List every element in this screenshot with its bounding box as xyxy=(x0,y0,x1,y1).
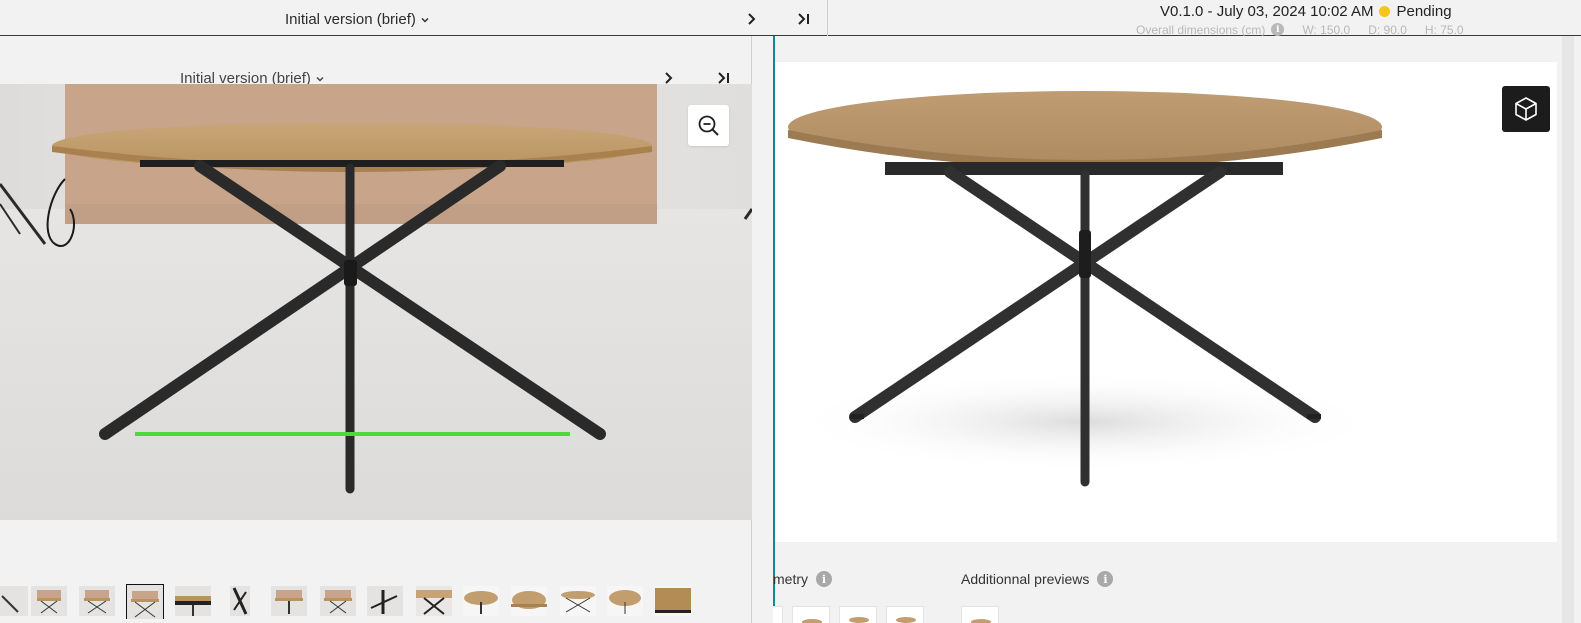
zoom-out-button[interactable] xyxy=(688,105,729,146)
skip-to-last-icon[interactable] xyxy=(796,10,812,28)
photo-thumbnail[interactable] xyxy=(31,586,67,616)
version-dropdown-label: Initial version (brief) xyxy=(285,11,416,28)
photo-thumbnail[interactable] xyxy=(0,586,28,616)
reference-photo[interactable] xyxy=(0,84,752,520)
previews-label-text: Additionnal previews xyxy=(961,571,1090,587)
header-divider xyxy=(827,0,828,36)
scrollbar-thumb[interactable] xyxy=(1562,36,1574,623)
photo-thumbnail[interactable] xyxy=(320,586,356,616)
geometry-section-label: metry i xyxy=(773,571,832,587)
version-info-text: V0.1.0 - July 03, 2024 10:02 AM xyxy=(1160,3,1374,20)
view-3d-button[interactable] xyxy=(1502,86,1550,132)
chevron-down-icon xyxy=(421,17,429,23)
additional-previews-label: Additionnal previews i xyxy=(961,571,1114,587)
version-dropdown[interactable]: Initial version (brief) xyxy=(285,11,430,28)
overall-dimensions: Overall dimensions (cm) i W: 150.0 D: 90… xyxy=(1136,23,1464,36)
top-header: Initial version (brief) V0.1.0 - July 03… xyxy=(0,0,1581,36)
photo-thumbnail[interactable] xyxy=(228,586,264,616)
photo-thumbnail[interactable] xyxy=(271,586,307,616)
chevron-down-icon xyxy=(316,76,324,82)
photo-thumbnail[interactable] xyxy=(655,586,691,616)
photo-thumbnail[interactable] xyxy=(463,586,499,616)
preview-thumbnail[interactable] xyxy=(961,606,999,623)
status-text: Pending xyxy=(1396,3,1452,20)
dimension-height: H: 75.0 xyxy=(1424,23,1464,36)
status-dot-icon xyxy=(1379,6,1391,17)
dimensions-label: Overall dimensions (cm) xyxy=(1136,23,1266,36)
photo-thumbnail-selected[interactable] xyxy=(126,584,164,619)
info-icon[interactable]: i xyxy=(1271,23,1285,36)
photo-thumbnail-strip xyxy=(0,579,752,619)
geometry-thumbnail[interactable] xyxy=(839,606,877,623)
zoom-out-icon xyxy=(698,115,719,136)
table-render-image xyxy=(775,62,1559,542)
render-preview-panel: metry i Additionnal previews i xyxy=(773,36,1559,623)
geometry-thumbnail[interactable] xyxy=(792,606,830,623)
info-icon[interactable]: i xyxy=(816,571,832,587)
geometry-thumbnail[interactable] xyxy=(886,606,924,623)
photo-thumbnail[interactable] xyxy=(79,586,115,616)
photo-thumbnail[interactable] xyxy=(560,586,596,616)
cube-3d-icon xyxy=(1515,97,1537,121)
photo-thumbnail[interactable] xyxy=(511,586,547,616)
photo-thumbnail[interactable] xyxy=(367,586,403,616)
render-preview[interactable] xyxy=(775,62,1559,542)
dimension-width: W: 150.0 xyxy=(1302,23,1351,36)
info-icon[interactable]: i xyxy=(1097,571,1114,587)
photo-thumbnail[interactable] xyxy=(175,586,211,616)
chevron-right-icon[interactable] xyxy=(745,10,759,28)
geometry-label-text: metry xyxy=(773,571,808,587)
reference-photo-panel: Initial version (brief) xyxy=(0,36,752,623)
photo-thumbnail[interactable] xyxy=(416,586,452,616)
geometry-thumbnail[interactable] xyxy=(773,606,783,623)
photo-thumbnail[interactable] xyxy=(607,586,643,616)
version-info: V0.1.0 - July 03, 2024 10:02 AM Pending xyxy=(1160,3,1452,20)
dimension-depth: D: 90.0 xyxy=(1368,23,1407,36)
table-photo-image xyxy=(0,84,752,520)
